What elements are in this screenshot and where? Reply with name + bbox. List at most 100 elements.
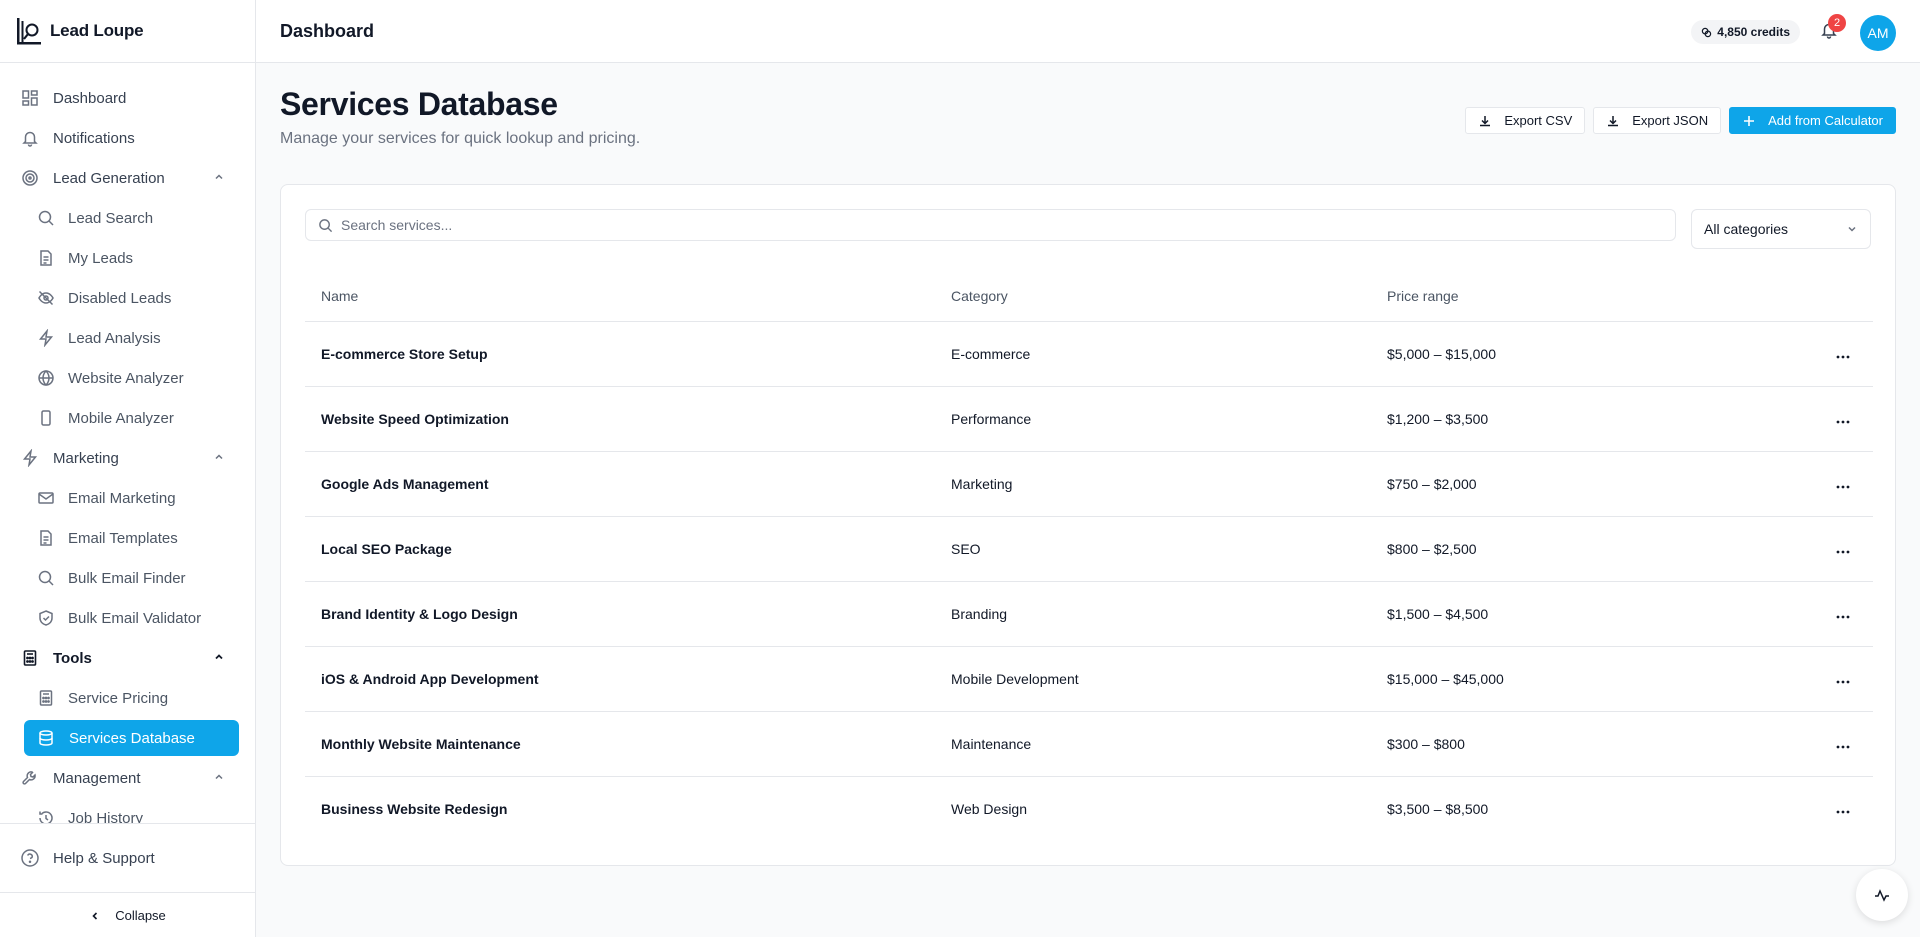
sidebar-item-help[interactable]: Help & Support bbox=[0, 824, 255, 892]
search-icon bbox=[36, 208, 56, 228]
notification-count-badge: 2 bbox=[1828, 14, 1846, 32]
table-row[interactable]: Brand Identity & Logo Design Branding $1… bbox=[305, 581, 1873, 647]
file-text-icon bbox=[36, 528, 56, 548]
service-name: Local SEO Package bbox=[305, 516, 951, 582]
sidebar-item-label: Bulk Email Validator bbox=[68, 609, 202, 627]
lightning-icon bbox=[20, 448, 40, 468]
search-input[interactable] bbox=[341, 217, 1641, 233]
service-name: Monthly Website Maintenance bbox=[305, 711, 951, 777]
sidebar-item-email-marketing[interactable]: Email Marketing bbox=[0, 478, 255, 518]
service-price: $5,000 – $15,000 bbox=[1387, 321, 1813, 387]
target-icon bbox=[20, 168, 40, 188]
more-options-icon[interactable] bbox=[1813, 321, 1873, 387]
service-category: SEO bbox=[951, 516, 1387, 582]
sidebar-item-label: Lead Analysis bbox=[68, 329, 161, 347]
service-price: $800 – $2,500 bbox=[1387, 516, 1813, 582]
service-price: $1,500 – $4,500 bbox=[1387, 581, 1813, 647]
service-price: $3,500 – $8,500 bbox=[1387, 800, 1489, 817]
category-filter-value: All categories bbox=[1704, 221, 1789, 237]
export-csv-label: Export CSV bbox=[1504, 113, 1573, 128]
sidebar-item-notifications[interactable]: Notifications bbox=[0, 118, 255, 158]
table-row[interactable]: E-commerce Store Setup E-commerce $5,000… bbox=[305, 321, 1873, 387]
column-header-name[interactable]: Name bbox=[305, 271, 951, 322]
table-row[interactable]: Monthly Website Maintenance Maintenance … bbox=[305, 711, 1873, 777]
sidebar-item-label: Mobile Analyzer bbox=[68, 409, 174, 427]
user-avatar[interactable]: AM bbox=[1860, 15, 1896, 51]
sidebar-group-tools[interactable]: Tools bbox=[0, 638, 255, 678]
sidebar-item-label: Notifications bbox=[53, 129, 135, 147]
sidebar-item-website-analyzer[interactable]: Website Analyzer bbox=[0, 358, 255, 398]
sidebar-item-lead-search[interactable]: Lead Search bbox=[0, 198, 255, 238]
sidebar-item-mobile-analyzer[interactable]: Mobile Analyzer bbox=[0, 398, 255, 438]
table-row[interactable]: Local SEO Package SEO $800 – $2,500 bbox=[305, 516, 1873, 582]
service-name: Website Speed Optimization bbox=[305, 386, 951, 452]
sidebar-item-job-history[interactable]: Job History bbox=[0, 798, 255, 824]
export-json-label: Export JSON bbox=[1632, 113, 1709, 128]
more-options-icon[interactable] bbox=[1813, 776, 1873, 841]
sidebar-group-management[interactable]: Management bbox=[0, 758, 255, 798]
column-header-price[interactable]: Price range bbox=[1387, 271, 1813, 322]
table-header-row: Name Category Price range bbox=[305, 271, 1873, 322]
service-category: Branding bbox=[951, 581, 1387, 647]
sidebar-item-lead-analysis[interactable]: Lead Analysis bbox=[0, 318, 255, 358]
sidebar-item-label: Job History bbox=[68, 809, 144, 825]
more-options-icon[interactable] bbox=[1813, 451, 1873, 517]
table-row[interactable]: Website Speed Optimization Performance $… bbox=[305, 386, 1873, 452]
sidebar-item-label: Service Pricing bbox=[68, 689, 169, 707]
plus-icon bbox=[1742, 114, 1756, 128]
more-options-icon[interactable] bbox=[1813, 646, 1873, 712]
coins-icon bbox=[1701, 27, 1712, 38]
export-json-button[interactable]: Export JSON bbox=[1593, 107, 1722, 134]
page-title: Services Database bbox=[280, 86, 558, 122]
service-name: Google Ads Management bbox=[305, 451, 951, 517]
eye-off-icon bbox=[36, 288, 56, 308]
database-icon bbox=[36, 728, 56, 748]
sidebar-item-email-templates[interactable]: Email Templates bbox=[0, 518, 255, 558]
credits-badge[interactable]: 4,850 credits bbox=[1691, 20, 1800, 44]
sidebar-item-label: Lead Generation bbox=[53, 169, 165, 187]
sidebar-item-bulk-email-finder[interactable]: Bulk Email Finder bbox=[0, 558, 255, 598]
table-row[interactable]: Google Ads Management Marketing $750 – $… bbox=[305, 451, 1873, 517]
sidebar-footer: Help & Support Collapse bbox=[0, 823, 255, 937]
category-filter-select[interactable]: All categories bbox=[1691, 209, 1871, 249]
service-category: Marketing bbox=[951, 451, 1387, 517]
history-icon bbox=[36, 808, 56, 824]
column-header-category[interactable]: Category bbox=[951, 271, 1387, 322]
add-from-calculator-button[interactable]: Add from Calculator bbox=[1729, 107, 1896, 134]
table-row[interactable]: iOS & Android App Development Mobile Dev… bbox=[305, 646, 1873, 712]
sidebar-group-lead-generation[interactable]: Lead Generation bbox=[0, 158, 255, 198]
sidebar-item-dashboard[interactable]: Dashboard bbox=[0, 78, 255, 118]
sidebar-item-disabled-leads[interactable]: Disabled Leads bbox=[0, 278, 255, 318]
smartphone-icon bbox=[36, 408, 56, 428]
service-category: Maintenance bbox=[951, 711, 1387, 777]
more-options-icon[interactable] bbox=[1813, 581, 1873, 647]
bell-icon bbox=[20, 128, 40, 148]
sidebar-item-label: Tools bbox=[53, 649, 92, 667]
sidebar-item-services-database[interactable]: Services Database bbox=[24, 720, 239, 756]
collapse-button[interactable]: Collapse bbox=[0, 892, 255, 937]
table-row[interactable]: Business Website Redesign Web Design $3,… bbox=[305, 776, 1873, 841]
sidebar-item-label: Services Database bbox=[69, 729, 195, 747]
export-csv-button[interactable]: Export CSV bbox=[1465, 107, 1586, 134]
service-name: Brand Identity & Logo Design bbox=[305, 581, 951, 647]
chevron-up-icon bbox=[213, 170, 225, 187]
calculator-icon bbox=[36, 688, 56, 708]
more-options-icon[interactable] bbox=[1813, 516, 1873, 582]
column-header-actions bbox=[1813, 271, 1873, 322]
credits-text: 4,850 credits bbox=[1717, 25, 1790, 39]
calculator-icon bbox=[20, 648, 40, 668]
activity-pulse-icon[interactable] bbox=[1856, 869, 1908, 921]
page-actions: Export CSV Export JSON Add from Calculat… bbox=[1465, 107, 1896, 134]
service-price: $750 – $2,000 bbox=[1387, 451, 1813, 517]
sidebar-group-marketing[interactable]: Marketing bbox=[0, 438, 255, 478]
sidebar-item-label: Disabled Leads bbox=[68, 289, 172, 307]
brand[interactable]: Lead Loupe bbox=[0, 0, 255, 63]
more-options-icon[interactable] bbox=[1813, 386, 1873, 452]
search-icon bbox=[318, 218, 333, 233]
sidebar-item-service-pricing[interactable]: Service Pricing bbox=[0, 678, 255, 718]
more-options-icon[interactable] bbox=[1813, 711, 1873, 777]
search-box[interactable] bbox=[305, 209, 1676, 241]
sidebar-item-my-leads[interactable]: My Leads bbox=[0, 238, 255, 278]
globe-icon bbox=[36, 368, 56, 388]
sidebar-item-bulk-email-validator[interactable]: Bulk Email Validator bbox=[0, 598, 255, 638]
